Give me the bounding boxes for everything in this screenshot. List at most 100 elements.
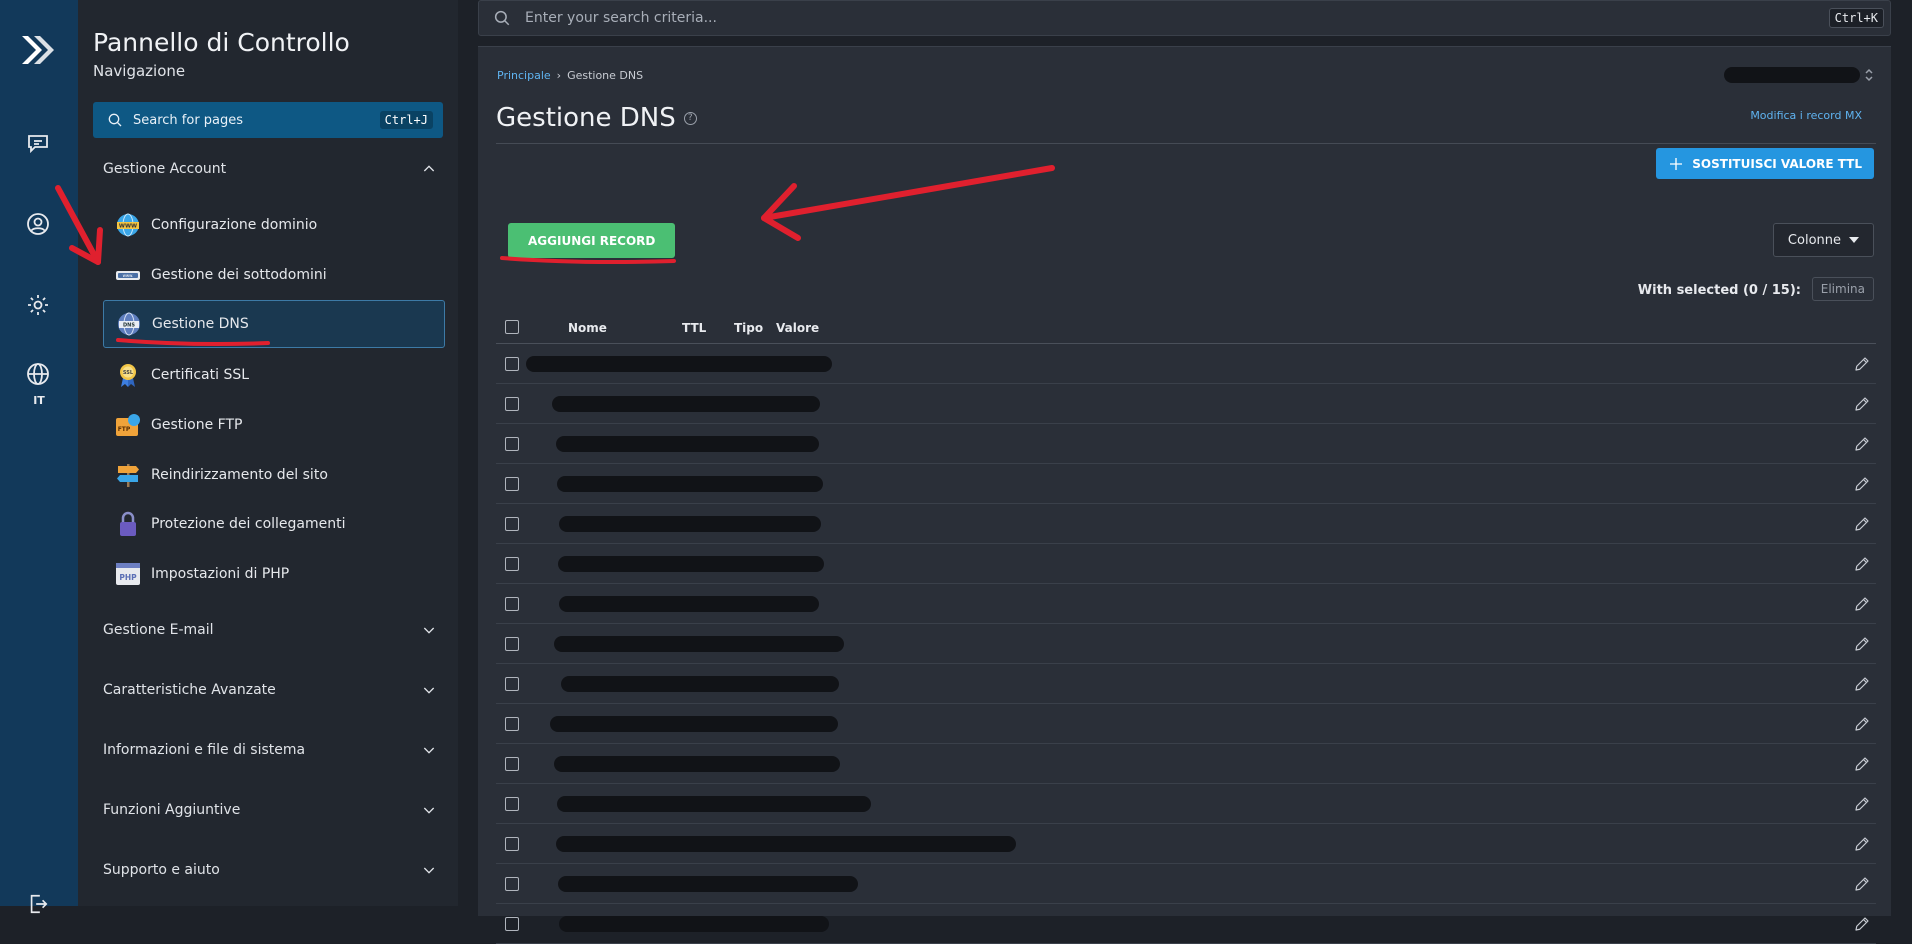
row-checkbox[interactable] [505,597,519,611]
page-search-input[interactable]: Search for pages Ctrl+J [93,102,443,138]
table-row[interactable] [496,544,1876,584]
row-checkbox[interactable] [505,917,519,931]
table-row[interactable] [496,344,1876,384]
table-row[interactable] [496,824,1876,864]
table-row[interactable] [496,504,1876,544]
section-informazioni-file-sistema[interactable]: Informazioni e file di sistema [103,735,443,765]
chevron-down-icon [423,867,435,874]
table-row[interactable] [496,584,1876,624]
chevron-down-icon [423,807,435,814]
table-row[interactable] [496,904,1876,944]
table-row[interactable] [496,744,1876,784]
table-row[interactable] [496,864,1876,904]
row-checkbox[interactable] [505,837,519,851]
edit-pencil-icon[interactable] [1853,475,1871,493]
edit-pencil-icon[interactable] [1853,435,1871,453]
select-all-checkbox[interactable] [505,320,519,334]
sidebar-item-label: Gestione DNS [152,316,249,332]
dns-globe-icon: DNS [116,311,142,337]
column-header-tipo[interactable]: Tipo [734,321,763,335]
section-caratteristiche-avanzate[interactable]: Caratteristiche Avanzate [103,675,443,705]
redacted-record [559,596,819,612]
help-icon[interactable]: ? [683,111,697,125]
row-checkbox[interactable] [505,557,519,571]
sidebar-item-protezione-collegamenti[interactable]: Protezione dei collegamenti [103,500,445,548]
sidebar-item-impostazioni-php[interactable]: PHP Impostazioni di PHP [103,550,445,598]
user-account-icon[interactable] [24,210,52,238]
edit-pencil-icon[interactable] [1853,595,1871,613]
edit-pencil-icon[interactable] [1853,395,1871,413]
row-checkbox[interactable] [505,717,519,731]
sidebar-item-gestione-dns[interactable]: DNS Gestione DNS [103,300,445,348]
table-row[interactable] [496,384,1876,424]
table-row[interactable] [496,424,1876,464]
edit-pencil-icon[interactable] [1853,915,1871,933]
column-header-nome[interactable]: Nome [568,321,607,335]
sidebar-item-label: Protezione dei collegamenti [151,516,346,532]
edit-pencil-icon[interactable] [1853,355,1871,373]
row-checkbox[interactable] [505,437,519,451]
row-checkbox[interactable] [505,517,519,531]
delete-selected-button[interactable]: Elimina [1811,277,1874,301]
sidebar-item-certificati-ssl[interactable]: SSL Certificati SSL [103,351,445,399]
table-row[interactable] [496,624,1876,664]
table-row[interactable] [496,704,1876,744]
sidebar-item-label: Gestione dei sottodomini [151,267,327,283]
section-funzioni-aggiuntive[interactable]: Funzioni Aggiuntive [103,795,443,825]
redacted-record [557,796,871,812]
replace-ttl-button[interactable]: SOSTITUISCI VALORE TTL [1656,148,1874,179]
breadcrumb-current: Gestione DNS [567,69,644,82]
page-search-shortcut: Ctrl+J [379,111,433,129]
row-checkbox[interactable] [505,757,519,771]
row-checkbox[interactable] [505,637,519,651]
row-checkbox[interactable] [505,677,519,691]
edit-pencil-icon[interactable] [1853,715,1871,733]
chat-icon[interactable] [24,129,52,157]
table-row[interactable] [496,784,1876,824]
plus-icon [1670,157,1683,170]
section-supporto-aiuto[interactable]: Supporto e aiuto [103,855,443,885]
row-checkbox[interactable] [505,877,519,891]
edit-pencil-icon[interactable] [1853,835,1871,853]
language-code[interactable]: IT [0,394,78,407]
domain-selector[interactable] [1724,65,1874,85]
row-checkbox[interactable] [505,397,519,411]
edit-pencil-icon[interactable] [1853,755,1871,773]
breadcrumb-home-link[interactable]: Principale [497,69,551,82]
logout-icon[interactable] [24,890,52,918]
row-checkbox[interactable] [505,357,519,371]
edit-pencil-icon[interactable] [1853,515,1871,533]
table-header: Nome TTL Tipo Valore [496,312,1876,344]
columns-dropdown-button[interactable]: Colonne [1772,223,1874,257]
breadcrumb: Principale › Gestione DNS [497,69,643,82]
language-globe-icon[interactable] [24,360,52,388]
chevron-down-icon [423,687,435,694]
redacted-record [559,516,821,532]
svg-text:SSL: SSL [123,370,134,376]
table-row[interactable] [496,464,1876,504]
edit-pencil-icon[interactable] [1853,675,1871,693]
app-logo-icon[interactable] [18,30,58,70]
edit-pencil-icon[interactable] [1853,635,1871,653]
sidebar-item-configurazione-dominio[interactable]: WWW Configurazione dominio [103,201,445,249]
sidebar-item-reindirizzamento[interactable]: Reindirizzamento del sito [103,451,445,499]
row-checkbox[interactable] [505,477,519,491]
navigation-sidebar: Pannello di Controllo Navigazione Search… [78,0,458,906]
sidebar-item-gestione-sottodomini[interactable]: www. Gestione dei sottodomini [103,251,445,299]
settings-gear-icon[interactable] [24,291,52,319]
edit-mx-records-link[interactable]: Modifica i record MX [1750,109,1862,122]
section-gestione-account[interactable]: Gestione Account [103,154,443,184]
table-row[interactable] [496,664,1876,704]
breadcrumb-separator: › [556,69,562,82]
edit-pencil-icon[interactable] [1853,875,1871,893]
select-arrows-icon [1865,68,1873,82]
add-record-button[interactable]: AGGIUNGI RECORD [508,223,676,258]
section-gestione-email[interactable]: Gestione E-mail [103,615,443,645]
edit-pencil-icon[interactable] [1853,795,1871,813]
column-header-valore[interactable]: Valore [776,321,819,335]
column-header-ttl[interactable]: TTL [682,321,706,335]
global-search-input[interactable]: Enter your search criteria... Ctrl+K [478,0,1891,36]
row-checkbox[interactable] [505,797,519,811]
sidebar-item-gestione-ftp[interactable]: FTP Gestione FTP [103,401,445,449]
edit-pencil-icon[interactable] [1853,555,1871,573]
